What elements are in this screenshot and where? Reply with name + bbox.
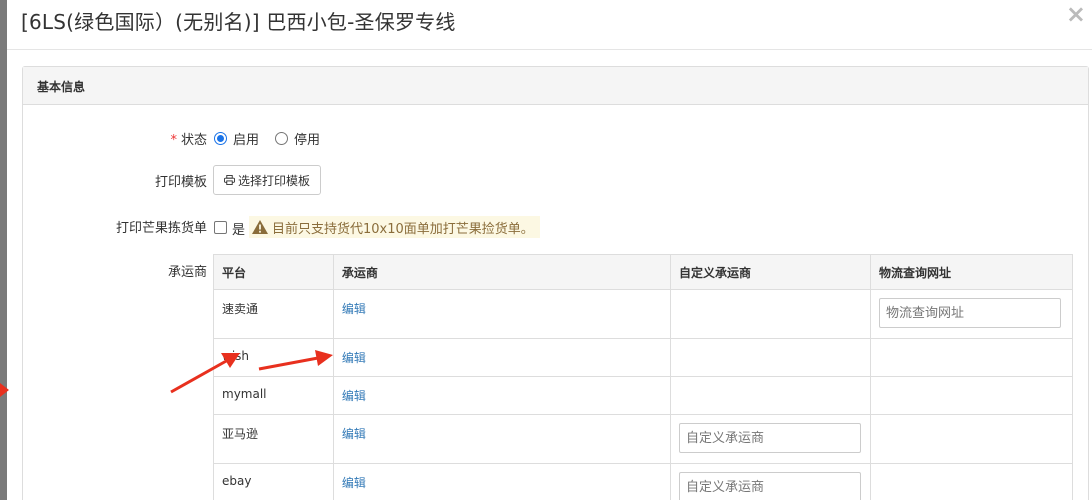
annotation-arrow-to-wish xyxy=(170,353,240,394)
annotation-arrow-to-edit-link xyxy=(258,350,333,371)
annotation-arrows xyxy=(170,350,333,394)
